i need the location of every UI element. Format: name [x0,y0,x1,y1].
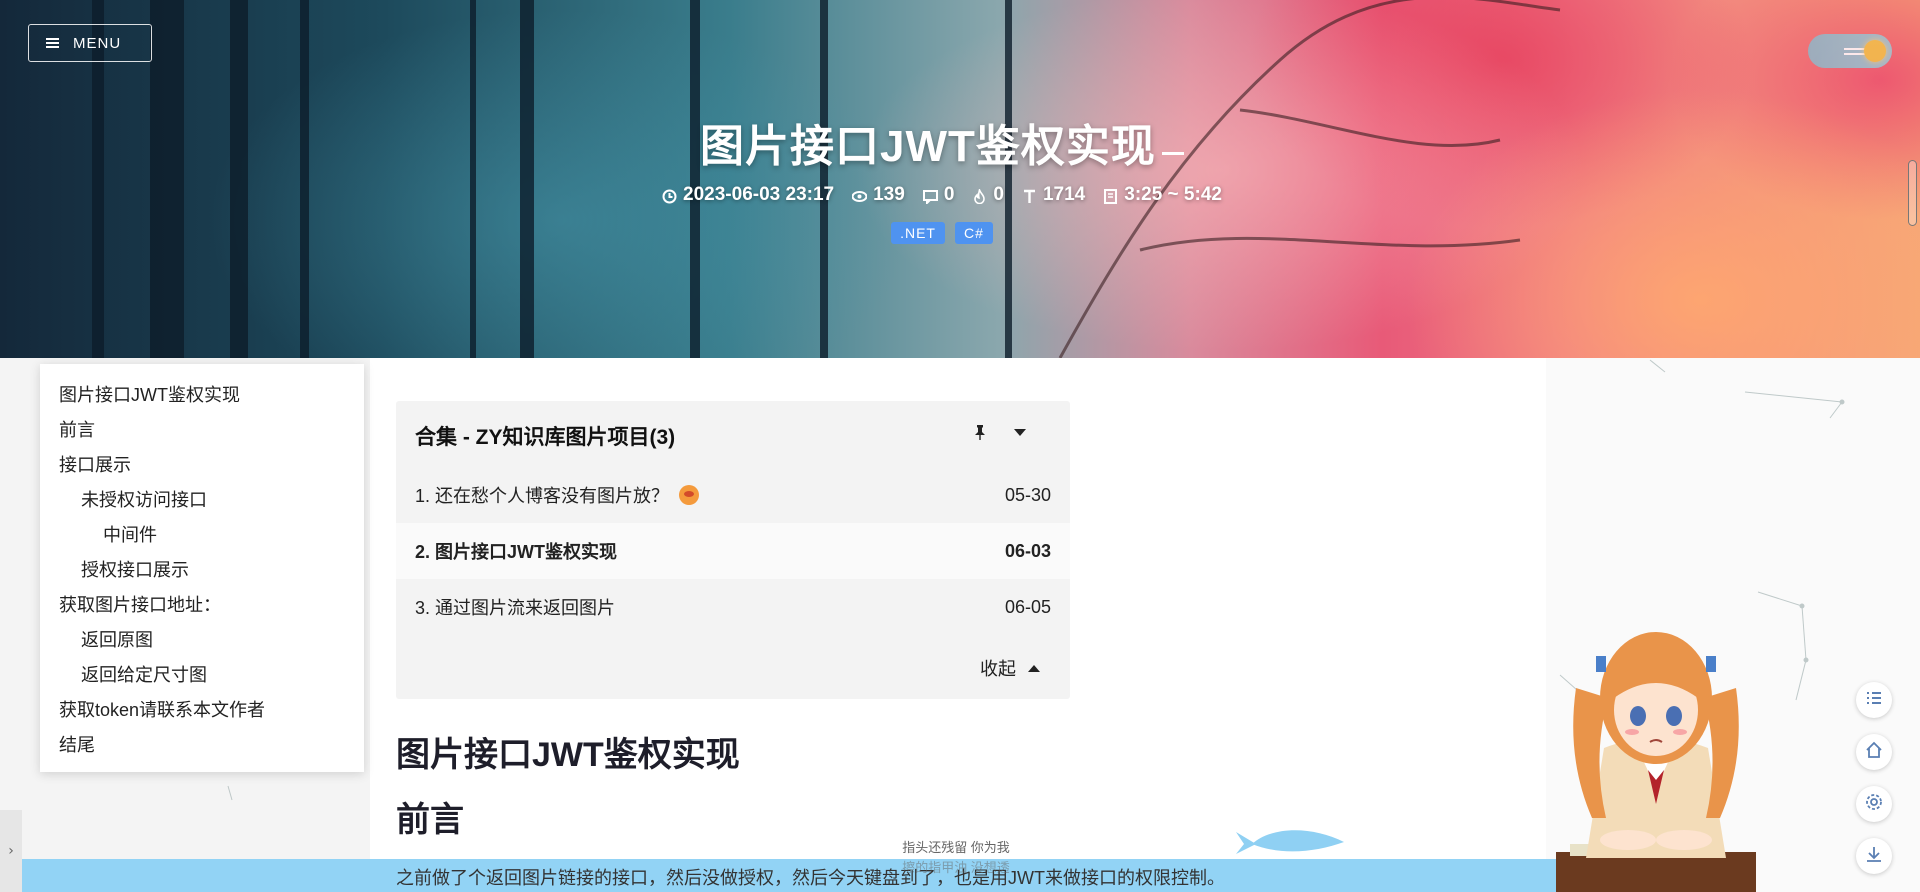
meta-read-time-text: 3:25 ~ 5:42 [1124,184,1222,205]
toc-item[interactable]: 中间件 [40,518,364,553]
download-button[interactable] [1856,838,1892,874]
hamburger-icon [46,36,59,50]
toc-item[interactable]: 获取token请联系本文作者 [40,693,364,728]
series-item-title: 1. 还在愁个人博客没有图片放？ [415,486,670,506]
book-icon [1103,188,1118,204]
anime-mascot[interactable] [1556,618,1756,892]
meta-date-text: 2023-06-03 23:17 [683,184,835,205]
expand-sidebar-button[interactable]: › [0,810,22,892]
meta-views-text: 139 [873,184,905,205]
section-heading: 前言 [396,801,464,839]
toc-item[interactable]: 图片接口JWT鉴权实现 [40,378,364,413]
menu-label: MENU [73,34,122,52]
pin-icon[interactable] [974,424,986,445]
lyrics-caption: 指头还残留 你为我 擦的指甲油 没想透 [896,838,1016,878]
eye-icon [851,188,868,203]
clock-icon [662,188,677,203]
series-title: 合集 - ZY知识库图片项目(3) [415,426,676,449]
caret-down-icon[interactable] [1014,429,1026,436]
toc-icon [1865,689,1883,711]
series-item-title: 3. 通过图片流来返回图片 [415,598,616,618]
toc-item[interactable]: 未授权访问接口 [40,483,364,518]
floating-toolbar [1856,682,1892,874]
chevron-right-icon: › [8,843,14,859]
meta-date: 2023-06-03 23:17 [662,184,834,206]
meta-likes: 0 [972,184,1004,206]
menu-lines-icon [1844,45,1866,58]
series-item[interactable]: 1. 还在愁个人博客没有图片放？ 05-30 [396,467,1070,523]
series-item-date: 06-05 [1004,596,1051,617]
lyrics-line-1: 指头还残留 你为我 [902,840,1010,855]
toc-item[interactable]: 授权接口展示 [40,553,364,588]
table-of-contents: 图片接口JWT鉴权实现 前言 接口展示 未授权访问接口 中间件 授权接口展示 获… [40,364,364,772]
download-icon [1865,845,1883,867]
tag-csharp[interactable]: C# [954,222,993,244]
meta-words-text: 1714 [1042,184,1086,205]
menu-button[interactable]: MENU [28,24,152,62]
collapse-label: 收起 [980,659,1016,679]
settings-button[interactable] [1856,786,1892,822]
settings-icon [1865,793,1883,815]
toc-item[interactable]: 结尾 [40,728,364,763]
series-item-date: 06-03 [1004,540,1051,561]
typing-cursor [1161,152,1184,155]
tag-list: .NET C# [0,222,1884,244]
series-collection: 合集 - ZY知识库图片项目(3) 1. 还在愁个人博客没有图片放？ 05-30… [396,401,1070,699]
caret-up-icon [1028,664,1040,672]
hero-banner: MENU 图片接口JWT鉴权实现 2023-06-03 23:17 139 0 … [0,0,1920,358]
meta-comments-text: 0 [943,184,955,205]
meta-likes-text: 0 [993,184,1004,205]
lyrics-line-2: 擦的指甲油 没想透 [902,860,1010,875]
toc-button[interactable] [1856,682,1892,718]
series-item-title: 2. 图片接口JWT鉴权实现 [415,542,618,562]
series-item-active[interactable]: 2. 图片接口JWT鉴权实现 06-03 [396,523,1070,579]
collapse-button[interactable]: 收起 [980,655,1040,681]
meta-read-time: 3:25 ~ 5:42 [1103,184,1222,206]
toc-item[interactable]: 返回给定尺寸图 [40,658,364,693]
page-title-text: 图片接口JWT鉴权实现 [700,122,1156,171]
toc-item[interactable]: 获取图片接口地址： [40,588,364,623]
article-heading: 图片接口JWT鉴权实现 [396,736,740,774]
scrollbar-thumb[interactable] [1908,160,1917,226]
home-button[interactable] [1856,734,1892,770]
meta-views: 139 [851,184,905,206]
fish-icon [1236,830,1344,854]
fire-icon [972,186,987,204]
toc-item[interactable]: 前言 [40,413,364,448]
home-icon [1865,741,1883,763]
toc-item[interactable]: 返回原图 [40,623,364,658]
blushing-emoji-icon [679,485,700,505]
tag-dotnet[interactable]: .NET [891,222,945,244]
article-paragraph: 之前做了个返回图片链接的接口，然后没做授权，然后今天键盘到了，也是用JWT来做接… [396,868,1225,888]
meta-comments: 0 [922,184,955,206]
theme-toggle[interactable] [1808,34,1892,68]
sun-icon [1864,40,1886,62]
meta-words: 1714 [1022,184,1085,206]
comment-icon [922,188,938,205]
series-item[interactable]: 3. 通过图片流来返回图片 06-05 [396,579,1070,635]
post-meta: 2023-06-03 23:17 139 0 0 1714 3:25 ~ 5:4… [0,184,1884,206]
series-item-date: 05-30 [1004,484,1051,505]
page-title: 图片接口JWT鉴权实现 [0,110,1884,174]
text-icon [1022,188,1037,203]
toc-item[interactable]: 接口展示 [40,448,364,483]
forest-background [92,0,1561,358]
